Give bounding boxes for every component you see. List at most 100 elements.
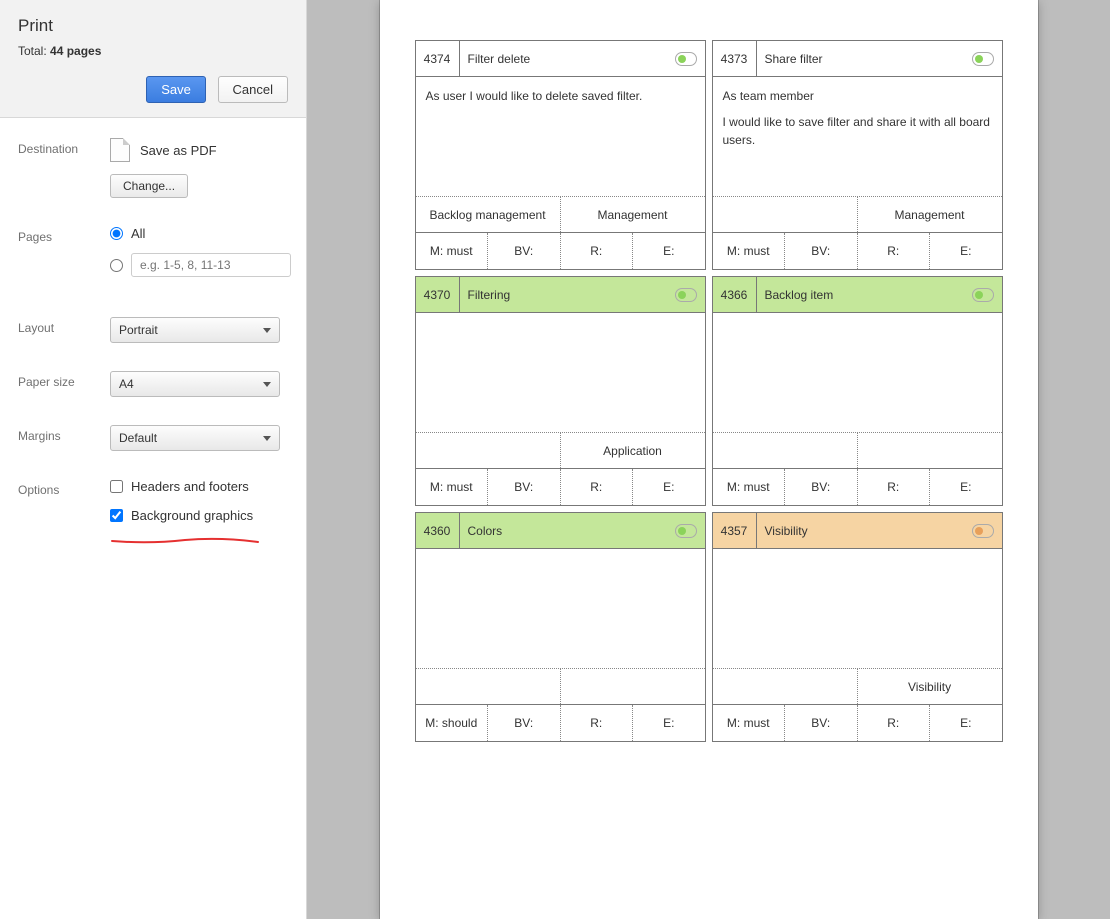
card-title: Filtering — [468, 288, 675, 302]
card-tags-row: Backlog managementManagement — [416, 197, 705, 233]
card-id: 4357 — [713, 513, 757, 549]
margins-label: Margins — [18, 425, 110, 443]
pages-all-radio[interactable] — [110, 227, 123, 240]
card-title: Share filter — [765, 52, 972, 66]
margins-select[interactable]: Default — [110, 425, 280, 451]
card-title-cell: Colors — [460, 513, 705, 549]
setting-layout: Layout Portrait — [18, 317, 288, 343]
card-footer-cell: E: — [930, 233, 1002, 269]
background-graphics-checkbox[interactable] — [110, 509, 123, 522]
card-tag — [713, 669, 858, 704]
setting-paper-size: Paper size A4 — [18, 371, 288, 397]
card-footer-cell: M: should — [416, 705, 489, 741]
print-preview-area: 4374Filter deleteAs user I would like to… — [307, 0, 1110, 919]
card-footer-cell: R: — [561, 233, 634, 269]
preview-card: 4366 Backlog item M: mustBV:R:E: — [712, 276, 1003, 506]
card-footer-row: M: mustBV:R:E: — [713, 469, 1002, 505]
card-tag: Application — [561, 433, 705, 468]
card-tag: Management — [858, 197, 1002, 232]
print-title: Print — [18, 16, 288, 36]
preview-card: 4370 Filtering ApplicationM: mustBV:R:E: — [415, 276, 706, 506]
paper-label: Paper size — [18, 371, 110, 389]
chevron-down-icon — [263, 382, 271, 387]
headers-footers-checkbox[interactable] — [110, 480, 123, 493]
preview-card: 4357VisibilityVisibilityM: mustBV:R:E: — [712, 512, 1003, 742]
card-tags-row — [713, 433, 1002, 469]
card-id: 4366 — [713, 277, 757, 313]
card-tag — [561, 669, 705, 704]
preview-card: 4360ColorsM: shouldBV:R:E: — [415, 512, 706, 742]
card-footer-row: M: mustBV:R:E: — [416, 233, 705, 269]
card-footer-cell: E: — [930, 469, 1002, 505]
setting-margins: Margins Default — [18, 425, 288, 451]
chevron-down-icon — [263, 328, 271, 333]
annotation-underline — [110, 537, 260, 545]
card-footer-row: M: mustBV:R:E: — [416, 469, 705, 505]
print-total: Total: 44 pages — [18, 44, 288, 58]
save-button[interactable]: Save — [146, 76, 206, 103]
card-title: Colors — [468, 524, 675, 538]
card-grid: 4374Filter deleteAs user I would like to… — [415, 40, 1003, 742]
card-id: 4374 — [416, 41, 460, 77]
chevron-down-icon — [263, 436, 271, 441]
card-body — [713, 313, 1002, 433]
card-tags-row: Visibility — [713, 669, 1002, 705]
layout-select[interactable]: Portrait — [110, 317, 280, 343]
card-toggle-icon — [675, 524, 697, 538]
card-id: 4370 — [416, 277, 460, 313]
card-tag — [713, 197, 858, 232]
card-footer-row: M: mustBV:R:E: — [713, 233, 1002, 269]
card-footer-cell: M: must — [713, 233, 786, 269]
card-title: Visibility — [765, 524, 972, 538]
card-body — [416, 549, 705, 669]
card-tag: Visibility — [858, 669, 1002, 704]
layout-label: Layout — [18, 317, 110, 335]
setting-destination: Destination Save as PDF Change... — [18, 138, 288, 198]
card-footer-cell: BV: — [488, 469, 561, 505]
card-footer-cell: M: must — [416, 469, 489, 505]
pages-all-label: All — [131, 226, 145, 241]
total-prefix: Total: — [18, 44, 50, 58]
settings-list: Destination Save as PDF Change... Pages … — [0, 118, 306, 573]
card-footer-cell: BV: — [785, 233, 858, 269]
card-toggle-icon — [972, 288, 994, 302]
pdf-file-icon — [110, 138, 130, 162]
card-tag: Management — [561, 197, 705, 232]
card-footer-cell: R: — [561, 469, 634, 505]
card-body: As user I would like to delete saved fil… — [416, 77, 705, 197]
cancel-button[interactable]: Cancel — [218, 76, 288, 103]
preview-card: 4374Filter deleteAs user I would like to… — [415, 40, 706, 270]
destination-label: Destination — [18, 138, 110, 156]
card-footer-cell: E: — [633, 233, 705, 269]
destination-name: Save as PDF — [140, 143, 217, 158]
card-footer-cell: BV: — [785, 469, 858, 505]
preview-card: 4373Share filterAs team memberI would li… — [712, 40, 1003, 270]
print-header: Print Total: 44 pages Save Cancel — [0, 0, 306, 118]
card-body-line: I would like to save filter and share it… — [723, 113, 992, 149]
card-body — [713, 549, 1002, 669]
card-title: Backlog item — [765, 288, 972, 302]
card-tags-row: Application — [416, 433, 705, 469]
setting-options: Options Headers and footers Background g… — [18, 479, 288, 545]
options-label: Options — [18, 479, 110, 497]
layout-value: Portrait — [119, 323, 158, 337]
card-toggle-icon — [972, 524, 994, 538]
card-footer-cell: E: — [930, 705, 1002, 741]
card-tag — [713, 433, 858, 468]
card-footer-cell: M: must — [713, 469, 786, 505]
paper-size-select[interactable]: A4 — [110, 371, 280, 397]
card-footer-cell: E: — [633, 705, 705, 741]
change-destination-button[interactable]: Change... — [110, 174, 188, 198]
paper-value: A4 — [119, 377, 134, 391]
card-footer-row: M: shouldBV:R:E: — [416, 705, 705, 741]
card-footer-cell: BV: — [785, 705, 858, 741]
preview-page: 4374Filter deleteAs user I would like to… — [380, 0, 1038, 919]
card-footer-cell: BV: — [488, 233, 561, 269]
card-toggle-icon — [675, 52, 697, 66]
pages-range-input[interactable] — [131, 253, 291, 277]
card-title-cell: Filtering — [460, 277, 705, 313]
card-footer-cell: BV: — [488, 705, 561, 741]
headers-footers-label: Headers and footers — [131, 479, 249, 494]
pages-range-radio[interactable] — [110, 259, 123, 272]
card-tag — [858, 433, 1002, 468]
